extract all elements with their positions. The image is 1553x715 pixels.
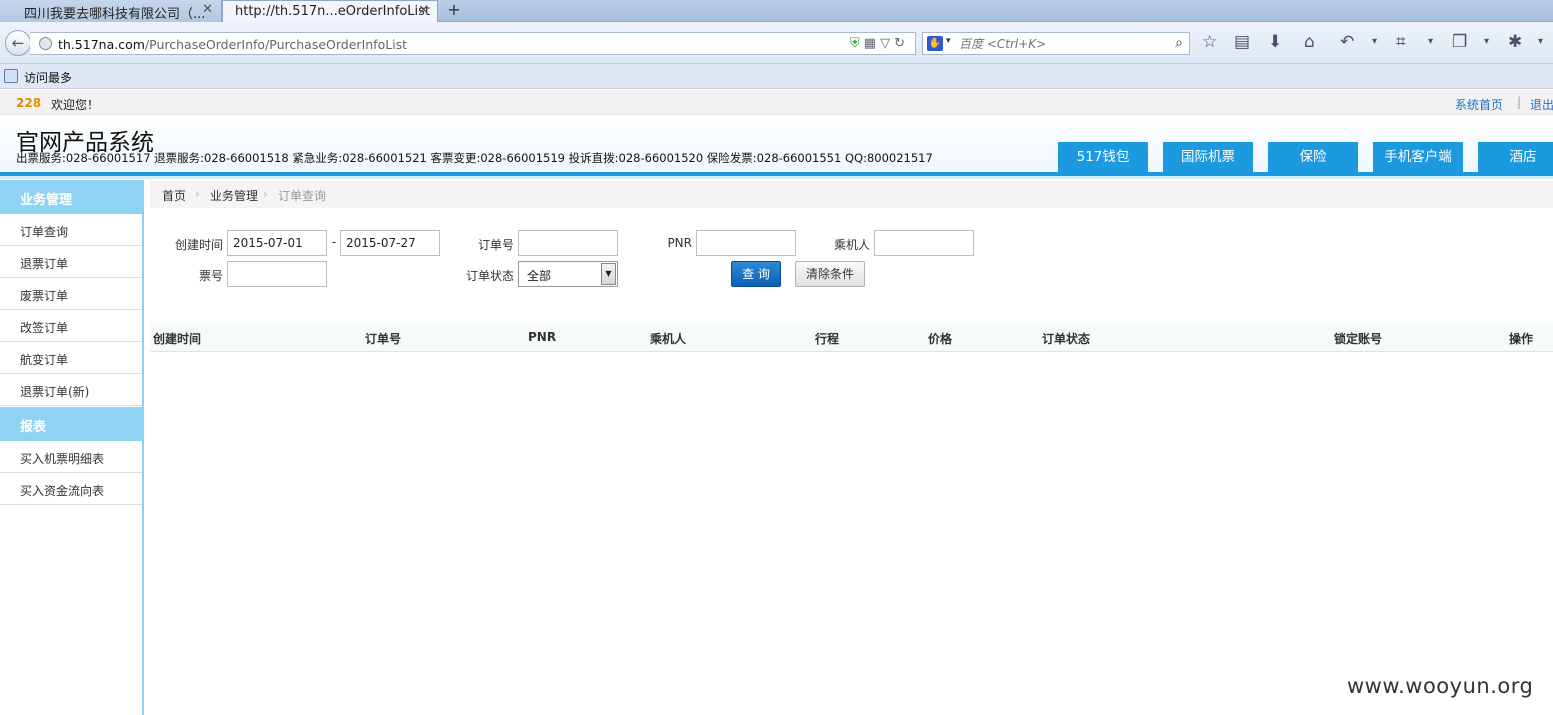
order-no-label: 订单号	[477, 238, 514, 252]
reload-icon[interactable]: ↻	[894, 36, 909, 51]
breadcrumb-current: 订单查询	[278, 189, 327, 203]
sidebar-item-change-orders[interactable]: 改签订单	[0, 310, 142, 342]
col-pnr: PNR	[528, 330, 557, 344]
order-status-select[interactable]: 全部 ▼	[518, 261, 618, 287]
chevron-right-icon: ›	[195, 187, 200, 201]
search-box[interactable]: ✋ ▾ ⌕	[922, 32, 1190, 55]
order-no-input[interactable]	[518, 230, 618, 256]
nav-hotel[interactable]: 酒店	[1478, 142, 1553, 172]
chevron-down-icon[interactable]: ▾	[1484, 36, 1489, 47]
reading-list-icon[interactable]: ▤	[1234, 32, 1250, 52]
ticket-no-label: 票号	[198, 269, 223, 283]
sidebar-item-ticket-detail-report[interactable]: 买入机票明细表	[0, 441, 142, 473]
bookmark-folder-icon	[4, 69, 18, 83]
window-icon[interactable]: ❐	[1452, 32, 1467, 52]
divider: |	[1517, 95, 1522, 109]
address-bar[interactable]: th.517na.com/PurchaseOrderInfo/PurchaseO…	[30, 32, 916, 55]
passenger-label: 乘机人	[833, 238, 870, 252]
col-price: 价格	[928, 332, 953, 346]
new-tab-icon[interactable]: +	[444, 0, 464, 22]
user-id: 228	[16, 96, 42, 110]
qr-code-icon[interactable]: ▦	[864, 36, 880, 51]
order-status-value: 全部	[527, 269, 552, 283]
col-order-status: 订单状态	[1042, 332, 1091, 346]
query-button[interactable]: 查 询	[731, 261, 781, 287]
nav-international-flights[interactable]: 国际机票	[1163, 142, 1253, 172]
bug-icon[interactable]: ✱	[1508, 32, 1522, 52]
site-header: 官网产品系统 出票服务:028-66001517 退票服务:028-660015…	[0, 115, 1553, 173]
dropdown-icon[interactable]: ▽	[880, 36, 894, 51]
bookmark-most-visited[interactable]: 访问最多	[24, 69, 72, 86]
chevron-right-icon: ›	[263, 187, 268, 201]
site-top-bar: 228 欢迎您！ 系统首页 | 退出	[0, 90, 1553, 115]
search-icon[interactable]: ⌕	[1175, 35, 1183, 51]
pnr-label: PNR	[667, 236, 692, 250]
col-locked-account: 锁定账号	[1334, 332, 1383, 346]
breadcrumb-business[interactable]: 业务管理	[210, 187, 258, 204]
browser-tab-orderlist[interactable]: http://th.517n...eOrderInfoList ✕	[222, 0, 438, 22]
logout-link[interactable]: 退出	[1530, 96, 1553, 113]
address-url[interactable]: th.517na.com/PurchaseOrderInfo/PurchaseO…	[58, 37, 407, 52]
search-input[interactable]	[959, 35, 1159, 53]
back-arrow-icon[interactable]: ←	[5, 30, 31, 56]
sidebar-item-flight-change-orders[interactable]: 航变订单	[0, 342, 142, 374]
star-icon[interactable]: ☆	[1202, 32, 1217, 52]
chevron-down-icon[interactable]: ▾	[1428, 36, 1433, 47]
system-home-link[interactable]: 系统首页	[1455, 96, 1503, 113]
browser-tab-bar: 四川我要去哪科技有限公司（... ✕ http://th.517n...eOrd…	[0, 0, 1553, 22]
download-icon[interactable]: ⬇	[1268, 32, 1282, 52]
sidebar-item-void-orders[interactable]: 废票订单	[0, 278, 142, 310]
date-to-input[interactable]: 2015-07-27	[340, 230, 440, 256]
chevron-down-icon[interactable]: ▾	[1372, 36, 1377, 47]
shield-icon[interactable]: ⛨	[850, 36, 864, 51]
address-bar-icons: ⛨▦▽↻	[850, 36, 909, 51]
undo-icon[interactable]: ↶	[1340, 32, 1354, 52]
browser-nav-bar: ← th.517na.com/PurchaseOrderInfo/Purchas…	[0, 22, 1553, 64]
watermark: www.wooyun.org	[1347, 674, 1534, 698]
sidebar-item-refund-orders-new[interactable]: 退票订单(新)	[0, 374, 142, 406]
order-status-label: 订单状态	[465, 269, 514, 283]
col-itinerary: 行程	[815, 332, 840, 346]
col-created-time: 创建时间	[153, 332, 202, 346]
date-from-input[interactable]: 2015-07-01	[227, 230, 327, 256]
order-table-header: 创建时间 订单号 PNR 乘机人 行程 价格 订单状态 锁定账号 操作	[150, 323, 1553, 352]
clear-conditions-button[interactable]: 清除条件	[795, 261, 865, 287]
chevron-down-icon[interactable]: ▼	[601, 263, 616, 285]
date-separator: -	[331, 235, 337, 249]
chevron-down-icon[interactable]: ▾	[1538, 36, 1543, 47]
crop-icon[interactable]: ⌗	[1396, 32, 1406, 52]
baidu-paw-icon[interactable]: ✋	[927, 36, 943, 51]
tab-label: 四川我要去哪科技有限公司（...	[24, 7, 206, 22]
home-icon[interactable]: ⌂	[1304, 32, 1315, 52]
header-accent-bar-light	[0, 176, 1553, 179]
browser-tab-company[interactable]: 四川我要去哪科技有限公司（... ✕	[0, 0, 222, 22]
welcome-text: 欢迎您！	[51, 98, 100, 112]
nav-wallet[interactable]: 517钱包	[1058, 142, 1148, 172]
sidebar-item-refund-orders[interactable]: 退票订单	[0, 246, 142, 278]
chevron-down-icon[interactable]: ▾	[946, 36, 951, 46]
tab-label: http://th.517n...eOrderInfoList	[235, 4, 431, 19]
pnr-input[interactable]	[696, 230, 796, 256]
breadcrumb-home[interactable]: 首页	[162, 187, 186, 204]
sidebar-section-business[interactable]: 业务管理	[0, 180, 142, 214]
sidebar: 业务管理 订单查询 退票订单 废票订单 改签订单 航变订单 退票订单(新) 报表…	[0, 180, 144, 715]
browser-toolbar: ☆ ▤ ⬇ ⌂ ↶ ▾ ⌗ ▾ ❐ ▾ ✱ ▾	[1200, 32, 1553, 56]
col-actions: 操作	[1509, 332, 1534, 346]
sidebar-section-reports[interactable]: 报表	[0, 407, 142, 441]
nav-insurance[interactable]: 保险	[1268, 142, 1358, 172]
breadcrumb: 首页 › 业务管理 › 订单查询	[150, 181, 1553, 208]
tab-close-icon[interactable]: ✕	[418, 3, 429, 18]
col-passenger: 乘机人	[650, 332, 687, 346]
nav-mobile-client[interactable]: 手机客户端	[1373, 142, 1463, 172]
ticket-no-input[interactable]	[227, 261, 327, 287]
tab-close-icon[interactable]: ✕	[202, 2, 213, 17]
sidebar-item-order-query[interactable]: 订单查询	[0, 214, 142, 246]
globe-icon	[39, 37, 52, 50]
sidebar-item-fund-flow-report[interactable]: 买入资金流向表	[0, 473, 142, 505]
service-phones: 出票服务:028-66001517 退票服务:028-66001518 紧急业务…	[16, 151, 933, 165]
created-time-label: 创建时间	[174, 238, 223, 252]
bookmarks-bar: 访问最多	[0, 64, 1553, 89]
passenger-input[interactable]	[874, 230, 974, 256]
col-order-no: 订单号	[365, 332, 402, 346]
